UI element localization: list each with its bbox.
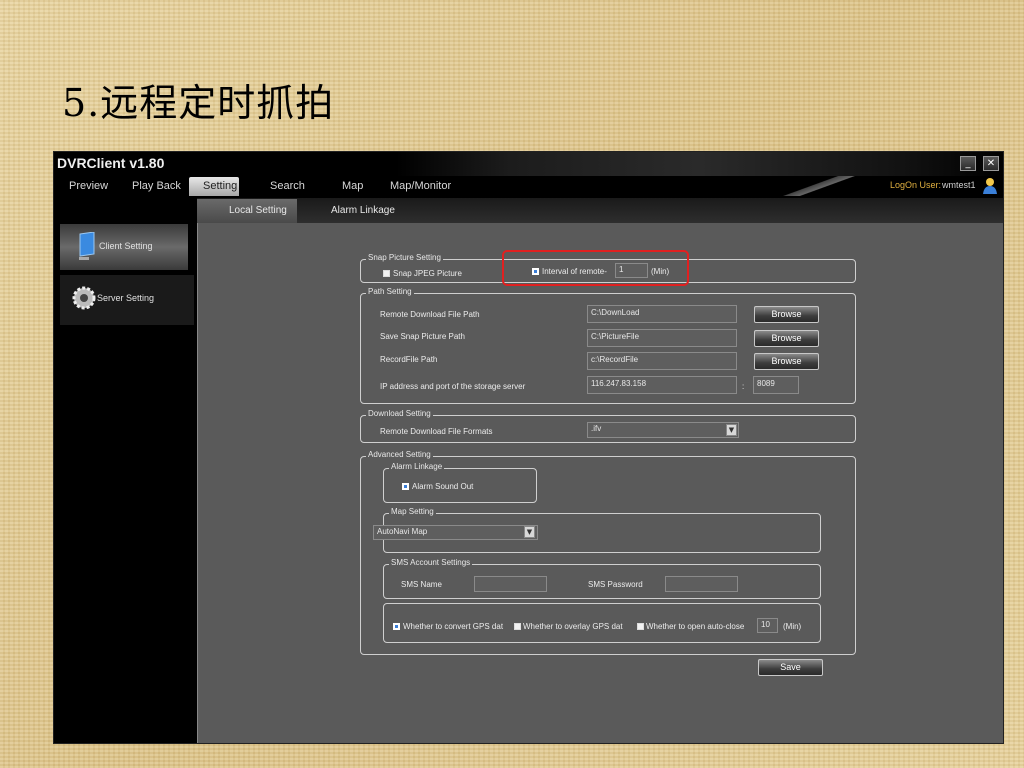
auto-close-label: Whether to open auto-close — [646, 622, 745, 631]
download-format-label: Remote Download File Formats — [380, 427, 493, 436]
download-format-select[interactable]: .ifv — [587, 422, 739, 438]
auto-close-checkbox[interactable] — [637, 623, 644, 630]
chevron-down-icon[interactable]: ▼ — [726, 424, 737, 436]
highlight-box — [502, 250, 689, 286]
slide-title: 5.远程定时抓拍 — [62, 81, 335, 125]
menu-search[interactable]: Search — [270, 180, 305, 192]
save-button[interactable]: Save — [758, 659, 823, 676]
tab-local-setting[interactable]: Local Setting — [229, 205, 287, 216]
record-file-path-label: RecordFile Path — [380, 355, 438, 364]
storage-server-label: IP address and port of the storage serve… — [380, 382, 526, 391]
alarm-linkage-legend: Alarm Linkage — [389, 462, 445, 471]
app-title: DVRClient v1.80 — [57, 155, 165, 171]
browse-record-button[interactable]: Browse — [754, 353, 819, 370]
storage-server-port-field[interactable]: 8089 — [753, 376, 799, 394]
sidebar-item-label: Server Setting — [97, 293, 155, 303]
path-setting-legend: Path Setting — [366, 287, 414, 296]
menu-map-monitor[interactable]: Map/Monitor — [390, 180, 451, 192]
gps-overlay-label: Whether to overlay GPS dat — [523, 622, 623, 631]
tab-alarm-linkage[interactable]: Alarm Linkage — [331, 205, 395, 216]
menu-play-back[interactable]: Play Back — [132, 180, 181, 192]
snap-picture-legend: Snap Picture Setting — [366, 253, 443, 262]
minimize-button[interactable]: _ — [960, 156, 976, 171]
auto-close-unit: (Min) — [783, 622, 802, 631]
gps-convert-checkbox[interactable] — [393, 623, 400, 630]
storage-server-ip-field[interactable]: 116.247.83.158 — [587, 376, 737, 394]
advanced-setting-legend: Advanced Setting — [366, 450, 433, 459]
menu-bar-decoration — [754, 176, 884, 196]
download-setting-legend: Download Setting — [366, 409, 433, 418]
sms-password-field[interactable] — [665, 576, 738, 592]
user-icon[interactable] — [982, 177, 998, 195]
sms-name-label: SMS Name — [401, 580, 442, 589]
menu-preview[interactable]: Preview — [69, 180, 108, 192]
alarm-sound-checkbox[interactable] — [402, 483, 409, 490]
sms-password-label: SMS Password — [588, 580, 643, 589]
sidebar-item-label: Client Setting — [99, 241, 153, 251]
browse-download-button[interactable]: Browse — [754, 306, 819, 323]
record-file-path-field[interactable]: c:\RecordFile — [587, 352, 737, 370]
remote-download-path-label: Remote Download File Path — [380, 310, 480, 319]
snap-jpeg-checkbox[interactable] — [383, 270, 390, 277]
close-button[interactable]: ✕ — [983, 156, 999, 171]
map-select[interactable]: AutoNavi Map — [373, 525, 538, 540]
logon-user: wmtest1 — [942, 180, 976, 190]
user-icon-svg — [983, 178, 997, 194]
sms-name-field[interactable] — [474, 576, 547, 592]
browse-snap-button[interactable]: Browse — [754, 330, 819, 347]
gps-overlay-checkbox[interactable] — [514, 623, 521, 630]
app-window: DVRClient v1.80 _ ✕ Preview Play Back Se… — [53, 151, 1004, 744]
auto-close-minutes-input[interactable]: 10 — [757, 618, 778, 633]
monitor-icon-svg — [79, 231, 95, 260]
monitor-icon — [76, 231, 98, 266]
map-setting-legend: Map Setting — [389, 507, 436, 516]
gear-icon — [71, 285, 97, 315]
remote-download-path-field[interactable]: C:\DownLoad — [587, 305, 737, 323]
gps-convert-label: Whether to convert GPS dat — [403, 622, 504, 631]
menu-setting[interactable]: Setting — [203, 180, 237, 192]
subtab-bar — [197, 198, 1003, 223]
logon-label: LogOn User: — [890, 180, 942, 190]
port-separator: : — [742, 382, 745, 391]
snap-jpeg-label: Snap JPEG Picture — [393, 269, 462, 278]
sms-account-legend: SMS Account Settings — [389, 558, 473, 567]
title-bar — [54, 152, 1003, 176]
alarm-sound-label: Alarm Sound Out — [412, 482, 474, 491]
chevron-down-icon[interactable]: ▼ — [524, 526, 535, 538]
save-snap-path-label: Save Snap Picture Path — [380, 332, 465, 341]
gear-icon-svg — [72, 286, 96, 310]
menu-map[interactable]: Map — [342, 180, 363, 192]
save-snap-path-field[interactable]: C:\PictureFile — [587, 329, 737, 347]
